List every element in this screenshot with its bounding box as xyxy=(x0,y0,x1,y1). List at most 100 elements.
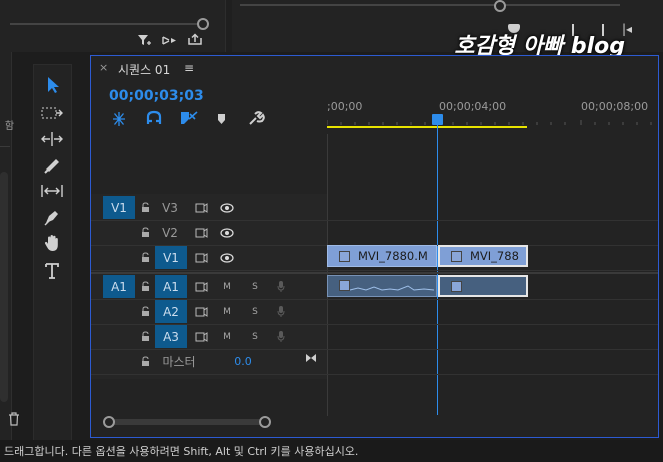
eye-icon[interactable] xyxy=(219,221,235,244)
slip-tool[interactable] xyxy=(38,179,66,203)
film-icon[interactable] xyxy=(193,325,209,348)
lock-icon[interactable] xyxy=(139,196,151,219)
track-name-a2[interactable]: A2 xyxy=(155,300,187,323)
master-volume-value[interactable]: 0.0 xyxy=(231,350,255,373)
lock-icon[interactable] xyxy=(139,246,151,269)
audio-clip[interactable] xyxy=(327,275,437,297)
track-name-v3[interactable]: V3 xyxy=(153,196,187,219)
scrollbar-handle[interactable] xyxy=(259,416,271,428)
eye-icon[interactable] xyxy=(219,246,235,269)
solo-button[interactable]: S xyxy=(249,325,261,348)
snap-icon xyxy=(146,110,162,124)
mic-icon[interactable] xyxy=(275,275,287,298)
status-bar: 드래그합니다. 다른 옵션을 사용하려면 Shift, Alt 및 Ctrl 키… xyxy=(0,440,663,462)
close-tab-button[interactable]: × xyxy=(99,61,108,74)
film-icon[interactable] xyxy=(193,196,209,219)
playhead-handle[interactable] xyxy=(432,114,443,125)
mic-icon[interactable] xyxy=(275,325,287,348)
track-select-tool[interactable] xyxy=(38,101,66,125)
track-row-a2: A2 M S xyxy=(91,300,658,325)
video-clip-selected[interactable]: MVI_788 xyxy=(438,245,528,267)
master-track-label: 마스터 xyxy=(162,355,196,369)
type-icon xyxy=(45,263,59,279)
source-panel xyxy=(0,0,226,52)
arrow-icon xyxy=(48,77,59,93)
ruler-tick-label: 00;00;08;00 xyxy=(581,100,649,113)
source-scrollbar[interactable] xyxy=(10,23,205,25)
track-row-v2: V2 xyxy=(91,221,658,246)
scrollbar-handle[interactable] xyxy=(197,18,209,30)
ripple-edit-icon xyxy=(41,132,63,146)
selection-tool[interactable] xyxy=(38,73,66,97)
add-marker-icon xyxy=(218,114,225,124)
lock-icon[interactable] xyxy=(139,275,151,298)
pen-tool[interactable] xyxy=(38,205,66,229)
sequence-tab-title[interactable]: 시퀀스 01 xyxy=(118,61,170,78)
solo-button[interactable]: S xyxy=(249,300,261,323)
nest-icon xyxy=(113,112,125,126)
source-patch-v1[interactable]: V1 xyxy=(103,196,135,219)
scrollbar-handle[interactable] xyxy=(103,416,115,428)
program-scrollbar[interactable] xyxy=(240,4,620,6)
filter-icon[interactable] xyxy=(136,32,216,48)
export-icon xyxy=(188,33,202,45)
work-area-bar[interactable] xyxy=(327,126,527,128)
eye-icon[interactable] xyxy=(219,196,235,219)
linked-selection-icon xyxy=(181,111,198,124)
track-name-v2[interactable]: V2 xyxy=(153,221,187,244)
mute-button[interactable]: M xyxy=(221,325,233,348)
film-icon[interactable] xyxy=(193,246,209,269)
mic-icon[interactable] xyxy=(275,300,287,323)
scrollbar-handle[interactable] xyxy=(494,0,506,12)
left-edge-panel: 함 xyxy=(0,52,19,440)
lock-icon[interactable] xyxy=(139,325,151,348)
ruler-tick-label: ;00;00 xyxy=(327,100,363,113)
source-controls xyxy=(136,32,216,48)
track-select-icon xyxy=(41,107,63,119)
lock-icon[interactable] xyxy=(139,350,151,373)
insert-audio-icon xyxy=(162,36,176,45)
razor-tool[interactable] xyxy=(38,153,66,177)
video-audio-divider[interactable] xyxy=(91,272,658,274)
mute-button[interactable]: M xyxy=(221,275,233,298)
source-patch-a1[interactable]: A1 xyxy=(103,275,135,298)
trash-icon[interactable] xyxy=(8,412,20,426)
mute-button[interactable]: M xyxy=(221,300,233,323)
pen-icon xyxy=(44,211,58,226)
go-to-edge-icon[interactable] xyxy=(305,346,317,369)
track-row-a3: A3 M S xyxy=(91,325,658,350)
tools-panel xyxy=(33,64,72,442)
lock-icon[interactable] xyxy=(139,300,151,323)
timecode-display[interactable]: 00;00;03;03 xyxy=(109,88,204,104)
fx-badge-icon xyxy=(451,250,462,262)
film-icon[interactable] xyxy=(193,221,209,244)
ripple-edit-tool[interactable] xyxy=(38,127,66,151)
audio-waveform xyxy=(349,285,435,291)
track-name-a1[interactable]: A1 xyxy=(155,275,187,298)
type-tool[interactable] xyxy=(38,259,66,283)
time-ruler[interactable] xyxy=(327,113,659,133)
razor-icon xyxy=(44,159,59,174)
timeline-panel: × 시퀀스 01 ≡ 00;00;03;03 ;00;00 00;00;04;0… xyxy=(90,55,659,438)
horizontal-scrollbar[interactable] xyxy=(109,419,265,425)
panel-menu-button[interactable]: ≡ xyxy=(184,61,194,75)
film-icon[interactable] xyxy=(193,275,209,298)
hand-icon xyxy=(44,235,58,251)
hand-tool[interactable] xyxy=(38,231,66,255)
track-name-a3[interactable]: A3 xyxy=(155,325,187,348)
track-row-master: 마스터 0.0 xyxy=(91,350,658,375)
track-row-v3: V1 V3 xyxy=(91,196,658,221)
solo-button[interactable]: S xyxy=(249,275,261,298)
clip-name: MVI_788 xyxy=(470,249,519,263)
divider xyxy=(0,146,10,147)
clip-name: MVI_7880.M xyxy=(358,249,428,263)
vertical-scrollbar[interactable] xyxy=(0,172,8,402)
audio-clip-selected[interactable] xyxy=(438,275,528,297)
wrench-icon xyxy=(249,111,265,125)
track-name-v1[interactable]: V1 xyxy=(155,246,187,269)
fx-badge-icon xyxy=(339,250,350,262)
video-clip[interactable]: MVI_7880.M xyxy=(327,245,437,267)
film-icon[interactable] xyxy=(193,300,209,323)
lock-icon[interactable] xyxy=(139,221,151,244)
fx-badge-icon xyxy=(451,281,462,292)
